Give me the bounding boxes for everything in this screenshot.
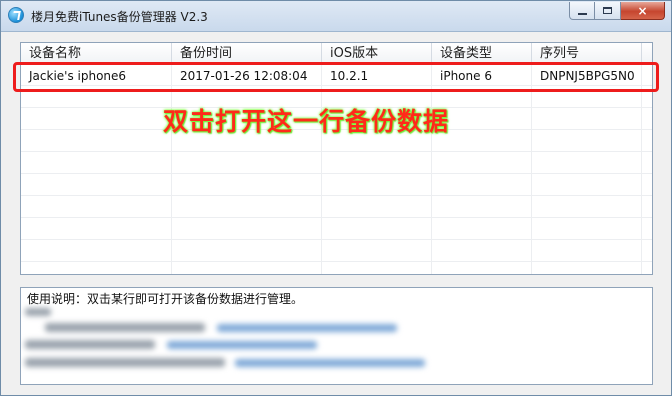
blurred-link [235,359,425,367]
blurred-link [167,341,317,349]
minimize-icon [577,12,587,15]
title-bar[interactable]: 楼月免费iTunes备份管理器 V2.3 × [1,1,671,32]
blurred-text [45,323,205,332]
blurred-link [217,324,397,332]
itunes-icon [8,7,24,23]
column-header-serial[interactable]: 序列号 [532,43,642,63]
row-highlight-box [13,62,659,92]
window-title: 楼月免费iTunes备份管理器 V2.3 [31,10,208,24]
column-header-backup-time[interactable]: 备份时间 [172,43,322,63]
column-header-device-type[interactable]: 设备类型 [432,43,532,63]
close-button[interactable]: × [621,2,665,20]
column-header-ios-version[interactable]: iOS版本 [322,43,432,63]
close-icon: × [637,3,648,18]
list-header: 设备名称 备份时间 iOS版本 设备类型 序列号 [21,43,652,64]
column-header-device-name[interactable]: 设备名称 [21,43,172,63]
window-controls: × [569,2,665,21]
maximize-button[interactable] [595,2,621,20]
minimize-button[interactable] [569,2,595,20]
grid-lines [21,63,652,274]
maximize-icon [603,7,612,14]
blurred-text [25,358,225,367]
annotation-text: 双击打开这一行备份数据 [163,107,450,136]
blurred-text [25,308,51,316]
app-window: 楼月免费iTunes备份管理器 V2.3 × 设备名称 备份时间 iOS版本 设… [0,0,672,396]
blurred-text [25,340,155,349]
instructions-panel: 使用说明：双击某行即可打开该备份数据进行管理。 [20,287,653,385]
instructions-text: 使用说明：双击某行即可打开该备份数据进行管理。 [27,292,304,306]
